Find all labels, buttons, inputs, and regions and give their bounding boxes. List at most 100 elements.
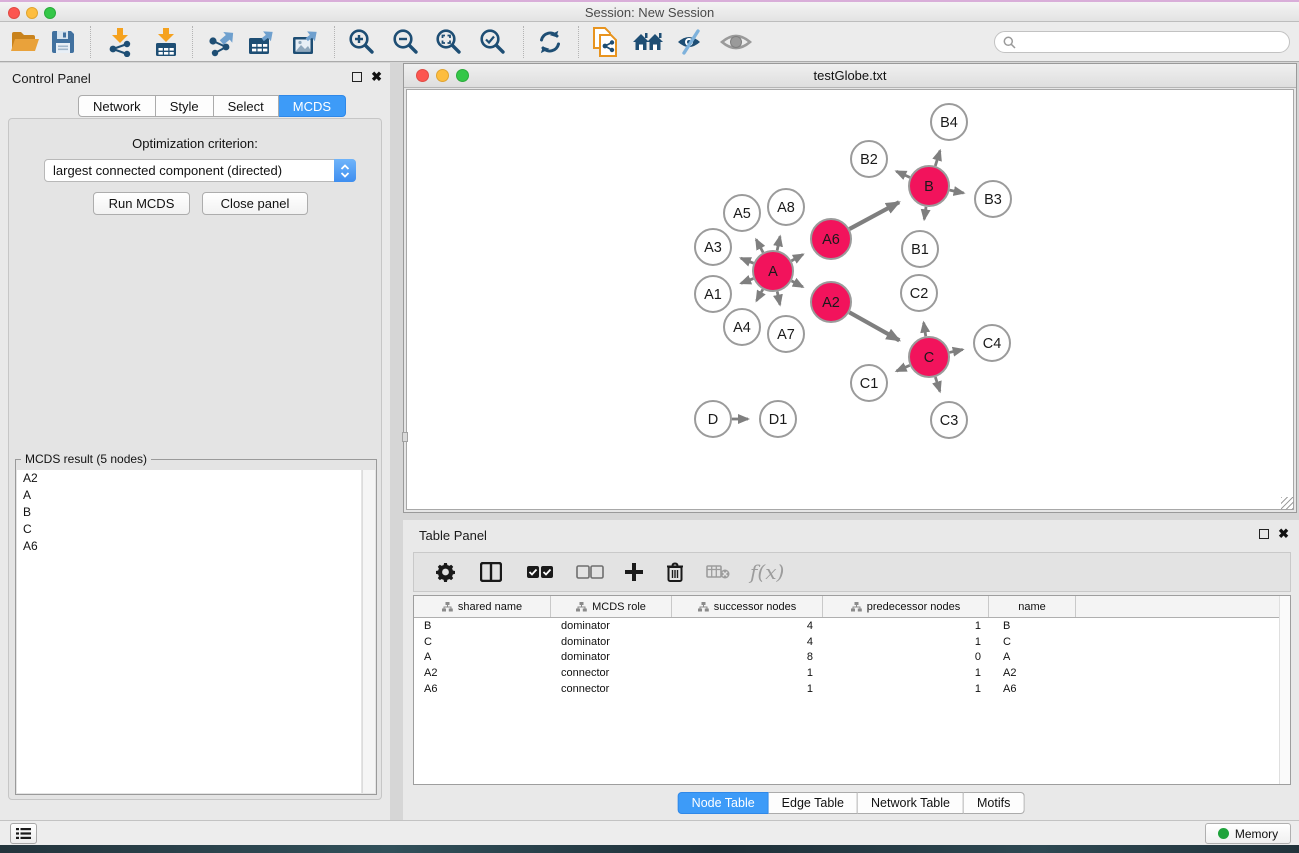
- gear-icon[interactable]: [436, 562, 456, 582]
- delete-icon[interactable]: [666, 562, 684, 582]
- tab-network[interactable]: Network: [78, 95, 156, 117]
- column-header-predecessor-nodes[interactable]: predecessor nodes: [823, 596, 989, 617]
- add-column-icon[interactable]: [624, 562, 644, 582]
- export-network-icon[interactable]: [206, 27, 236, 57]
- edge-C-C2[interactable]: [924, 323, 926, 337]
- run-mcds-button[interactable]: Run MCDS: [93, 192, 190, 215]
- edge-A6-B[interactable]: [849, 202, 899, 229]
- table-scrollbar[interactable]: [1279, 596, 1290, 784]
- column-header-successor-nodes[interactable]: successor nodes: [672, 596, 823, 617]
- search-input[interactable]: [1020, 35, 1289, 49]
- zoom-in-icon[interactable]: [347, 27, 377, 57]
- graph-node-C[interactable]: C: [909, 337, 949, 377]
- graph-node-A8[interactable]: A8: [768, 189, 804, 225]
- graph-node-A3[interactable]: A3: [695, 229, 731, 265]
- zoom-out-icon[interactable]: [391, 27, 421, 57]
- graph-node-C3[interactable]: C3: [931, 402, 967, 438]
- mcds-result-item[interactable]: C: [17, 521, 361, 538]
- graph-node-A7[interactable]: A7: [768, 316, 804, 352]
- edge-A2-C[interactable]: [849, 312, 899, 340]
- float-panel-icon[interactable]: [352, 72, 362, 82]
- home-neighbors-icon[interactable]: [632, 30, 664, 54]
- graph-node-B2[interactable]: B2: [851, 141, 887, 177]
- edge-C-C1[interactable]: [897, 365, 910, 371]
- edge-A-A7[interactable]: [777, 292, 780, 305]
- network-canvas[interactable]: B4 B2 B B3 A8A5 A6 A3 B1 A C2 A1 A2 A4A7 C4 C C1 D D1 C3: [406, 89, 1294, 510]
- edge-A-A8[interactable]: [777, 236, 780, 250]
- tab-network-table[interactable]: Network Table: [858, 792, 964, 814]
- edge-A-A1[interactable]: [741, 279, 753, 284]
- graph-node-A1[interactable]: A1: [695, 276, 731, 312]
- tab-mcds[interactable]: MCDS: [279, 95, 346, 117]
- edge-A-A2[interactable]: [792, 281, 803, 287]
- edge-A-A5[interactable]: [756, 239, 763, 252]
- function-builder-icon[interactable]: f(x): [750, 560, 784, 584]
- duplicate-network-icon[interactable]: [592, 26, 620, 58]
- edge-A-A4[interactable]: [757, 289, 763, 300]
- deselect-all-icon[interactable]: [576, 565, 604, 579]
- table-row[interactable]: Bdominator41B: [414, 618, 1290, 634]
- mcds-result-item[interactable]: B: [17, 504, 361, 521]
- graph-node-A[interactable]: A: [753, 251, 793, 291]
- graph-node-C4[interactable]: C4: [974, 325, 1010, 361]
- import-network-icon[interactable]: [106, 27, 134, 57]
- column-layout-icon[interactable]: [480, 562, 502, 582]
- table-row[interactable]: A6connector11A6: [414, 681, 1290, 697]
- tab-node-table[interactable]: Node Table: [678, 792, 769, 814]
- close-panel-icon[interactable]: ✖: [1278, 526, 1289, 542]
- mcds-result-item[interactable]: A6: [17, 538, 361, 555]
- graph-node-C1[interactable]: C1: [851, 365, 887, 401]
- graph-node-D[interactable]: D: [695, 401, 731, 437]
- edge-B-B3[interactable]: [950, 190, 964, 193]
- graph-node-A4[interactable]: A4: [724, 309, 760, 345]
- table-row[interactable]: A2connector11A2: [414, 665, 1290, 681]
- tab-edge-table[interactable]: Edge Table: [769, 792, 858, 814]
- close-panel-button[interactable]: Close panel: [202, 192, 308, 215]
- graph-node-C2[interactable]: C2: [901, 275, 937, 311]
- select-all-icon[interactable]: [526, 565, 554, 579]
- graph-node-B[interactable]: B: [909, 166, 949, 206]
- export-table-icon[interactable]: [247, 27, 277, 57]
- task-history-button[interactable]: [10, 823, 37, 844]
- column-header-MCDS-role[interactable]: MCDS role: [551, 596, 672, 617]
- mcds-result-item[interactable]: A: [17, 487, 361, 504]
- edge-A-A6[interactable]: [791, 254, 803, 260]
- table-row[interactable]: Adominator80A: [414, 650, 1290, 666]
- mcds-result-scrollbar[interactable]: [362, 470, 375, 793]
- zoom-fit-icon[interactable]: [434, 27, 464, 57]
- show-eye-icon[interactable]: [720, 31, 752, 53]
- mcds-result-list[interactable]: A2ABCA6: [17, 470, 361, 793]
- graph-node-B3[interactable]: B3: [975, 181, 1011, 217]
- export-image-icon[interactable]: [291, 27, 321, 57]
- edge-B-B1[interactable]: [924, 207, 926, 220]
- import-table-icon[interactable]: [152, 27, 180, 57]
- edge-A-A3[interactable]: [741, 258, 754, 263]
- tab-motifs[interactable]: Motifs: [964, 792, 1024, 814]
- mcds-result-item[interactable]: A2: [17, 470, 361, 487]
- column-header-name[interactable]: name: [989, 596, 1076, 617]
- zoom-selected-icon[interactable]: [478, 27, 508, 57]
- save-session-icon[interactable]: [50, 29, 76, 55]
- refresh-icon[interactable]: [536, 28, 564, 56]
- column-header-shared-name[interactable]: shared name: [414, 596, 551, 617]
- graph-node-A5[interactable]: A5: [724, 195, 760, 231]
- float-panel-icon[interactable]: [1259, 529, 1269, 539]
- open-session-icon[interactable]: [10, 29, 40, 55]
- hide-selected-icon[interactable]: [676, 29, 706, 55]
- close-panel-icon[interactable]: ✖: [371, 69, 382, 85]
- graph-node-A6[interactable]: A6: [811, 219, 851, 259]
- graph-node-D1[interactable]: D1: [760, 401, 796, 437]
- edge-C-C3[interactable]: [935, 377, 940, 391]
- delete-table-icon[interactable]: [706, 564, 730, 580]
- criterion-dropdown[interactable]: largest connected component (directed): [44, 159, 356, 182]
- edge-B-B2[interactable]: [896, 171, 909, 177]
- tab-select[interactable]: Select: [214, 95, 279, 117]
- search-field[interactable]: [994, 31, 1290, 53]
- graph-node-B1[interactable]: B1: [902, 231, 938, 267]
- memory-button[interactable]: Memory: [1205, 823, 1291, 844]
- frame-resize-grip[interactable]: [1281, 497, 1294, 510]
- edge-C-C4[interactable]: [949, 350, 962, 353]
- network-window-titlebar[interactable]: testGlobe.txt: [404, 64, 1296, 88]
- graph-node-B4[interactable]: B4: [931, 104, 967, 140]
- graph-node-A2[interactable]: A2: [811, 282, 851, 322]
